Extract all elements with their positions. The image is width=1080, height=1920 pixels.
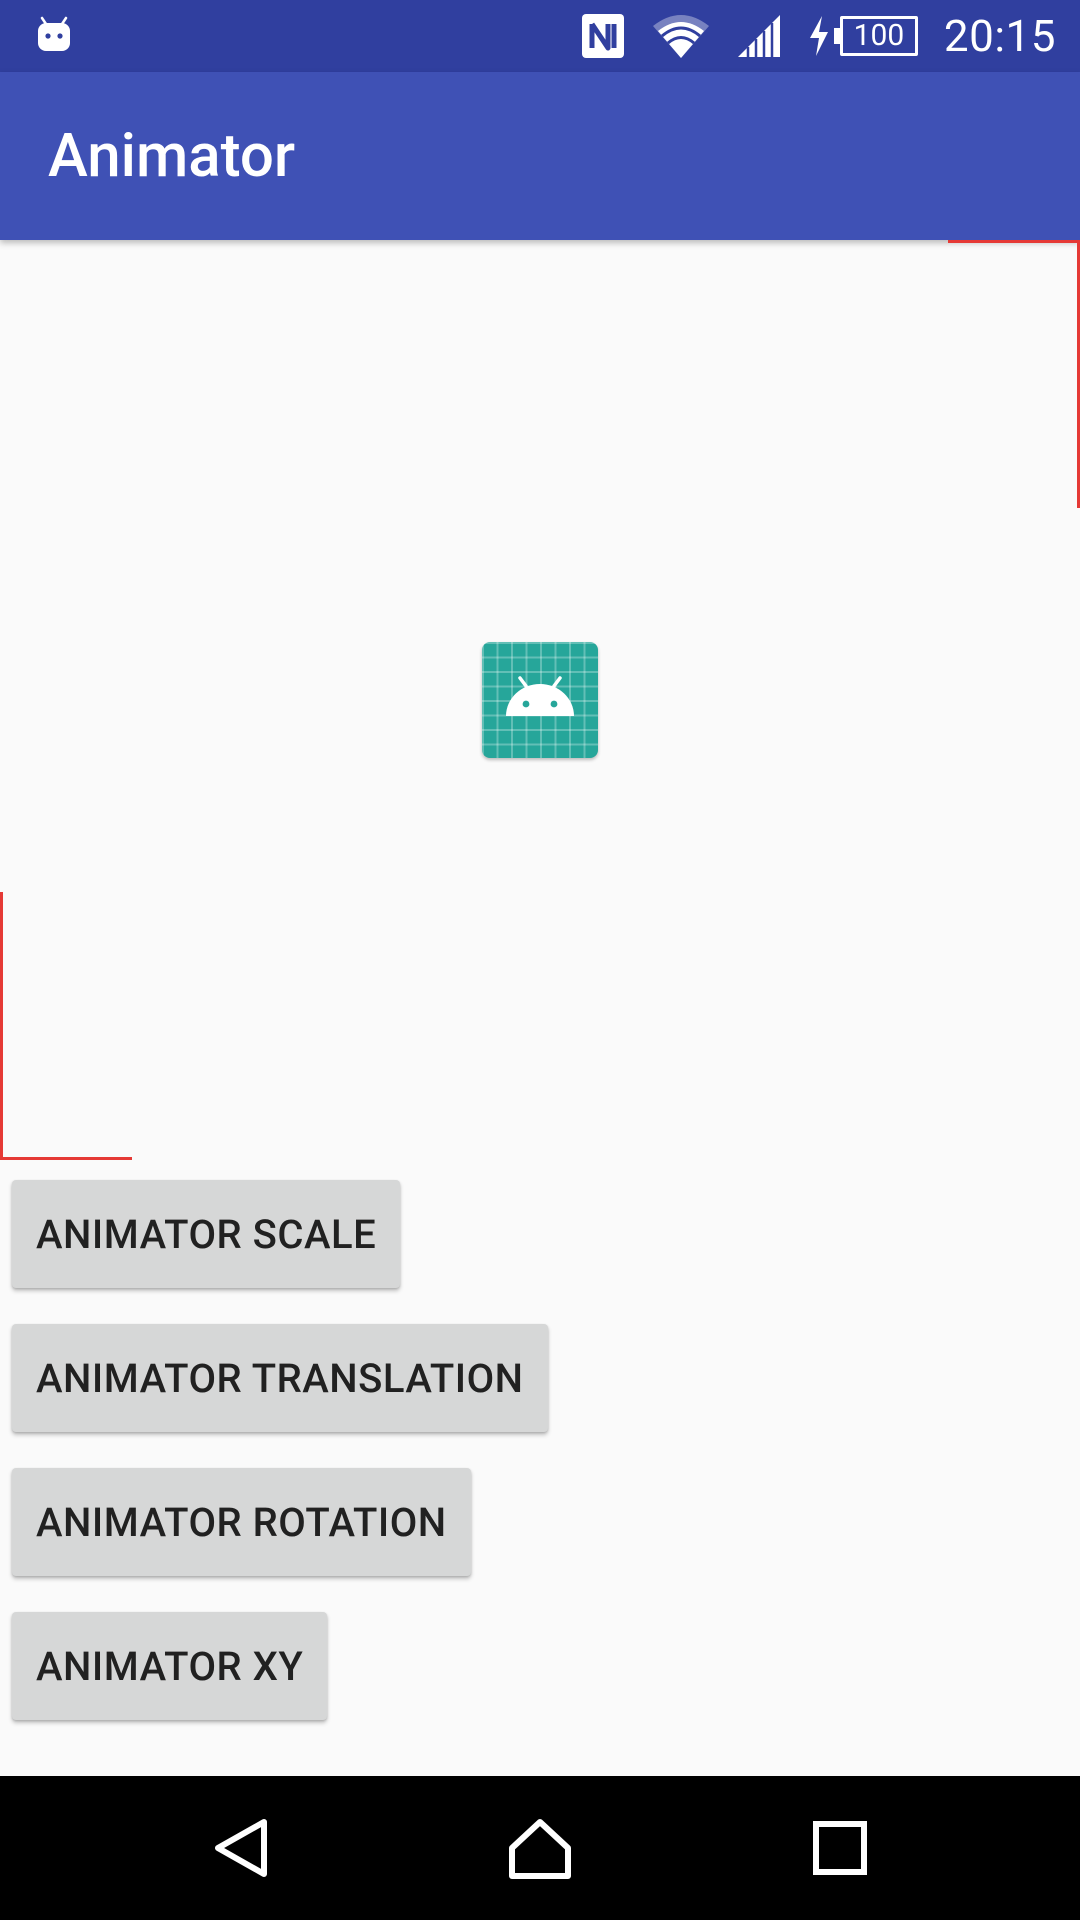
animator-scale-button[interactable]: ANIMATOR SCALE xyxy=(12,1180,401,1288)
page-title: Animator xyxy=(48,120,296,191)
android-launcher-icon xyxy=(482,642,598,758)
back-icon[interactable] xyxy=(208,1816,272,1880)
status-bar: 100 20:15 xyxy=(0,0,1080,72)
app-bar: Animator xyxy=(0,72,1080,240)
corner-marker-bottom-left xyxy=(0,892,132,1160)
recents-icon[interactable] xyxy=(808,1816,872,1880)
main-content: ANIMATOR SCALE ANIMATOR TRANSLATION ANIM… xyxy=(0,240,1080,1776)
corner-marker-top-right xyxy=(948,240,1080,508)
animator-rotation-button[interactable]: ANIMATOR ROTATION xyxy=(12,1468,471,1576)
battery-level: 100 xyxy=(853,18,905,53)
home-icon[interactable] xyxy=(508,1816,572,1880)
signal-icon xyxy=(737,15,780,57)
clock: 20:15 xyxy=(943,10,1056,62)
nfc-icon xyxy=(581,14,624,58)
wifi-icon xyxy=(652,15,709,58)
battery-icon: 100 xyxy=(833,16,918,56)
android-notification-icon xyxy=(38,16,70,51)
animator-xy-button[interactable]: ANIMATOR XY xyxy=(12,1612,328,1720)
animator-translation-button[interactable]: ANIMATOR TRANSLATION xyxy=(12,1324,548,1432)
navigation-bar xyxy=(0,1776,1080,1920)
charging-icon xyxy=(809,16,828,56)
